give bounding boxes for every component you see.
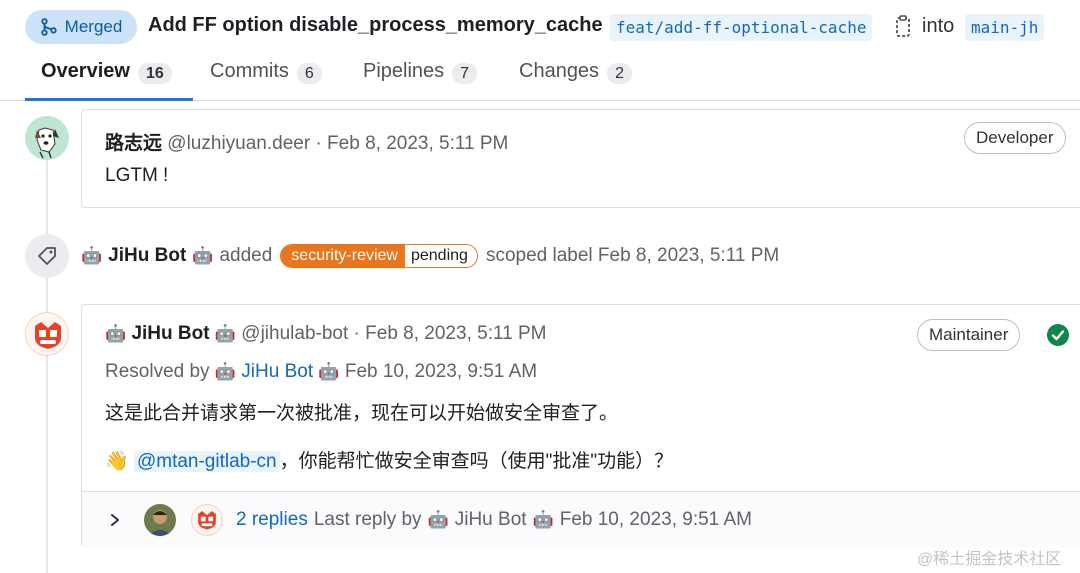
check-circle-icon[interactable]: [1046, 323, 1070, 347]
system-note-action: added: [219, 245, 273, 266]
robot-icon: 🤖: [81, 246, 103, 265]
replier-avatar-jihu-bot[interactable]: [191, 504, 223, 536]
note-body-line1: 这是此合并请求第一次被批准，现在可以开始做安全审查了。: [105, 403, 619, 424]
note-body-line2: 👋 @mtan-gitlab-cn ，你能帮忙做安全审查吗（使用"批准"功能）？: [105, 446, 673, 473]
merged-status-badge: Merged: [25, 10, 137, 44]
tab-commits-count: 6: [296, 63, 322, 84]
resolved-time[interactable]: Feb 10, 2023, 9:51 AM: [345, 361, 537, 382]
comment-card-luzhiyuan: 路志远 @luzhiyuan.deer · Feb 8, 2023, 5:11 …: [81, 109, 1080, 208]
jihu-bot-avatar-image: [35, 322, 61, 349]
target-branch[interactable]: main-jh: [965, 14, 1045, 41]
tab-overview-count: 16: [137, 63, 172, 84]
last-reply-prefix: Last reply by: [313, 509, 422, 530]
avatar-jihu-bot[interactable]: [25, 312, 69, 356]
role-badge-developer: Developer: [964, 122, 1066, 154]
tab-commits[interactable]: Commits 6: [210, 60, 322, 101]
note-timestamp[interactable]: · Feb 8, 2023, 5:11 PM: [354, 323, 547, 344]
resolved-by-user[interactable]: JiHu Bot: [241, 361, 313, 382]
git-merge-icon: [41, 18, 57, 36]
replies-count-link[interactable]: 2 replies: [236, 509, 308, 531]
robot-icon: 🤖: [105, 324, 127, 343]
scoped-label-key: security-review: [281, 245, 405, 267]
note-header: 路志远 @luzhiyuan.deer · Feb 8, 2023, 5:11 …: [105, 128, 508, 155]
resolved-prefix: Resolved by: [105, 361, 210, 382]
jihu-bot-avatar-image: [198, 511, 216, 530]
user-mention[interactable]: @mtan-gitlab-cn: [133, 451, 280, 472]
robot-icon: 🤖: [214, 362, 237, 381]
copy-icon[interactable]: [892, 15, 914, 39]
merged-status-label: Merged: [64, 17, 123, 36]
system-note-label-added: 🤖 JiHu Bot 🤖 added security-review pendi…: [81, 244, 779, 268]
dog-avatar-image: [35, 127, 59, 159]
tab-changes[interactable]: Changes 2: [519, 60, 632, 101]
merge-request-tabs: Overview 16 Commits 6 Pipelines 7 Change…: [0, 56, 1080, 101]
note-body: LGTM !: [105, 165, 169, 186]
resolved-by-line: Resolved by 🤖 JiHu Bot 🤖 Feb 10, 2023, 9…: [105, 361, 537, 383]
into-text: into: [922, 15, 955, 37]
robot-icon: 🤖: [214, 324, 237, 343]
author-name[interactable]: 路志远: [105, 133, 162, 154]
person-photo-avatar: [144, 504, 176, 536]
system-note-author[interactable]: JiHu Bot: [108, 245, 186, 267]
scoped-label-security-review[interactable]: security-review pending: [280, 244, 478, 268]
timeline-line: [46, 160, 48, 573]
last-reply-time[interactable]: Feb 10, 2023, 9:51 AM: [560, 509, 752, 531]
scoped-label-value: pending: [404, 245, 477, 267]
tab-overview[interactable]: Overview 16: [25, 60, 193, 101]
system-note-suffix: scoped label Feb 8, 2023, 5:11 PM: [485, 245, 780, 266]
robot-icon: 🤖: [532, 510, 554, 529]
tab-pipelines-label: Pipelines: [363, 60, 445, 82]
robot-icon: 🤖: [427, 510, 449, 529]
avatar-luzhiyuan[interactable]: [25, 116, 69, 160]
last-reply-author[interactable]: JiHu Bot: [455, 509, 527, 531]
tab-changes-label: Changes: [519, 60, 600, 82]
chevron-right-icon[interactable]: [108, 513, 122, 527]
robot-icon: 🤖: [192, 246, 214, 265]
system-note-icon-badge: [25, 234, 69, 278]
tab-changes-count: 2: [607, 63, 632, 84]
tab-pipelines[interactable]: Pipelines 7: [363, 60, 478, 101]
author-handle[interactable]: @jihulab-bot: [241, 323, 348, 344]
role-badge-maintainer: Maintainer: [917, 319, 1021, 351]
note-header: 🤖 JiHu Bot 🤖 @jihulab-bot · Feb 8, 2023,…: [105, 323, 546, 345]
replies-bar[interactable]: 2 replies Last reply by 🤖 JiHu Bot 🤖 Feb…: [82, 491, 1080, 548]
author-name[interactable]: JiHu Bot: [131, 323, 209, 344]
tab-commits-label: Commits: [210, 60, 289, 82]
robot-icon: 🤖: [318, 362, 340, 381]
tab-overview-label: Overview: [41, 60, 130, 82]
waving-hand-icon: 👋: [105, 451, 129, 472]
source-branch[interactable]: feat/add-ff-optional-cache: [610, 14, 873, 41]
watermark: @稀土掘金技术社区: [917, 551, 1062, 568]
replier-avatar-photo[interactable]: [144, 504, 176, 536]
tab-pipelines-count: 7: [452, 63, 478, 84]
note-timestamp[interactable]: · Feb 8, 2023, 5:11 PM: [315, 133, 508, 154]
merge-request-title: Add FF option disable_process_memory_cac…: [148, 14, 603, 36]
tag-icon: [38, 247, 56, 265]
note-body-question: ，你能帮忙做安全审查吗（使用"批准"功能）？: [279, 451, 674, 472]
author-handle[interactable]: @luzhiyuan.deer: [167, 133, 310, 154]
comment-card-jihu-bot: 🤖 JiHu Bot 🤖 @jihulab-bot · Feb 8, 2023,…: [81, 304, 1080, 548]
